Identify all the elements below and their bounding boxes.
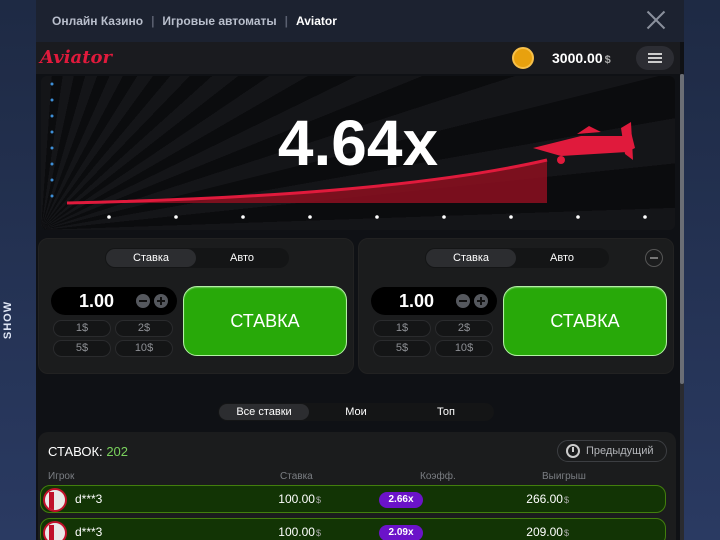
page-background-right (684, 0, 720, 540)
column-bet: Ставка (280, 471, 313, 482)
avatar (43, 521, 67, 540)
coin-icon (512, 47, 534, 69)
close-icon[interactable] (644, 8, 668, 32)
breadcrumb-casino[interactable]: Онлайн Казино (52, 14, 143, 28)
bet-amount-field[interactable]: 1.00 (51, 287, 177, 315)
breadcrumb-aviator: Aviator (296, 14, 337, 28)
quick-bet-1[interactable]: 1$ (373, 320, 431, 337)
quick-bet-5[interactable]: 5$ (53, 340, 111, 357)
breadcrumb: Онлайн Казино | Игровые автоматы | Aviat… (36, 0, 684, 42)
quick-bet-10[interactable]: 10$ (115, 340, 173, 357)
quick-bet-5[interactable]: 5$ (373, 340, 431, 357)
scrollbar-thumb[interactable] (680, 74, 684, 384)
player-name: d***3 (75, 492, 103, 506)
show-tab-label: SHOW (2, 300, 15, 340)
bet-amount-value: 1.00 (399, 291, 435, 311)
history-icon (566, 444, 580, 458)
column-coef: Коэфф. (420, 471, 456, 482)
mode-toggle: Ставка Авто (105, 248, 289, 268)
balance-currency: $ (604, 54, 611, 66)
bet-amount-value: 1.00 (79, 291, 115, 311)
quick-bet-10[interactable]: 10$ (435, 340, 493, 357)
win-amount: 209.00$ (526, 525, 569, 539)
tab-top-bets[interactable]: Топ (401, 404, 491, 420)
quick-bet-2[interactable]: 2$ (435, 320, 493, 337)
avatar (43, 488, 67, 512)
multiplier-display: 4.64x (277, 107, 439, 179)
bets-count: СТАВОК: 202 (48, 444, 129, 459)
balance-value: 3000.00 (552, 50, 603, 66)
plus-icon[interactable] (474, 294, 488, 308)
breadcrumb-separator: | (284, 14, 288, 28)
column-win: Выигрыш (542, 471, 586, 482)
bet-panel-1: Ставка Авто 1.00 1$ 2$ 5$ 10$ СТАВКА (38, 238, 354, 374)
bets-tabs: Все ставки Мои Топ (218, 403, 494, 421)
previous-label: Предыдущий (586, 445, 654, 457)
mode-toggle: Ставка Авто (425, 248, 609, 268)
win-amount: 266.00$ (526, 492, 569, 506)
bet-amount: 100.00$ (278, 525, 321, 539)
breadcrumb-slots[interactable]: Игровые автоматы (162, 14, 276, 28)
table-row: d***3 100.00$ 2.66x 266.00$ (40, 485, 666, 513)
coef-badge: 2.66x (379, 492, 423, 508)
quick-bet-2[interactable]: 2$ (115, 320, 173, 337)
show-side-tab[interactable]: SHOW (0, 290, 16, 350)
balance-display: 3000.00 $ (552, 50, 611, 66)
page-background-left (0, 0, 36, 540)
minus-icon[interactable] (456, 294, 470, 308)
tab-auto[interactable]: Авто (517, 249, 607, 267)
previous-round-button[interactable]: Предыдущий (557, 440, 667, 462)
player-name: d***3 (75, 525, 103, 539)
plus-icon[interactable] (154, 294, 168, 308)
game-header: Aviator 3000.00 $ (36, 42, 680, 74)
quick-bet-1[interactable]: 1$ (53, 320, 111, 337)
bets-count-value: 202 (106, 444, 129, 459)
game-modal: Онлайн Казино | Игровые автоматы | Aviat… (36, 0, 684, 540)
remove-panel-icon[interactable] (645, 249, 663, 267)
bet-panel-2: Ставка Авто 1.00 1$ 2$ 5$ 10$ СТАВКА (358, 238, 674, 374)
x-axis-dots (107, 215, 647, 219)
minus-icon[interactable] (136, 294, 150, 308)
bets-list: СТАВОК: 202 Предыдущий Игрок Ставка Коэф… (38, 432, 676, 540)
tab-auto[interactable]: Авто (197, 249, 287, 267)
breadcrumb-separator: | (151, 14, 155, 28)
tab-bet[interactable]: Ставка (426, 249, 516, 267)
place-bet-button[interactable]: СТАВКА (503, 286, 667, 356)
place-bet-button[interactable]: СТАВКА (183, 286, 347, 356)
game-canvas: 4.64x (41, 76, 675, 230)
tab-all-bets[interactable]: Все ставки (219, 404, 309, 420)
menu-icon[interactable] (636, 46, 674, 70)
tab-my-bets[interactable]: Мои (311, 404, 401, 420)
table-row: d***3 100.00$ 2.09x 209.00$ (40, 518, 666, 540)
column-player: Игрок (48, 471, 75, 482)
aviator-logo: Aviator (40, 47, 112, 68)
bet-amount-field[interactable]: 1.00 (371, 287, 497, 315)
tab-bet[interactable]: Ставка (106, 249, 196, 267)
coef-badge: 2.09x (379, 525, 423, 540)
bet-amount: 100.00$ (278, 492, 321, 506)
